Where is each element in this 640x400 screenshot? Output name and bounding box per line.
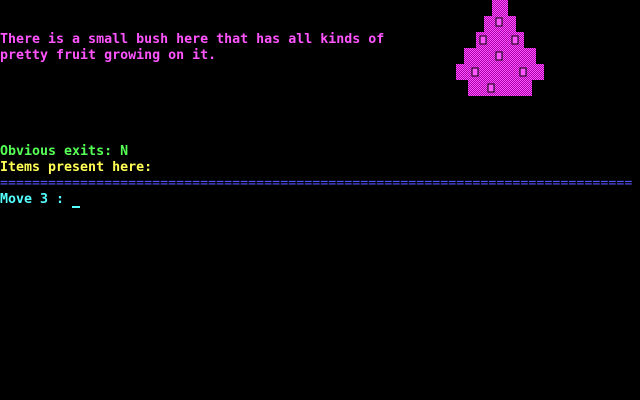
command-prompt[interactable]: Move 3 :	[0, 192, 81, 208]
fruit-bush-graphic	[456, 0, 544, 96]
prompt-label: Move 3 :	[0, 192, 65, 207]
room-description-line-1: There is a small bush here that has all …	[0, 32, 385, 47]
divider-line: ========================================…	[0, 176, 632, 191]
items-present-label: Items present here:	[0, 160, 153, 175]
game-screen: There is a small bush here that has all …	[0, 0, 640, 400]
room-description-line-2: pretty fruit growing on it.	[0, 48, 217, 63]
obvious-exits: Obvious exits: N	[0, 144, 129, 159]
text-cursor	[72, 206, 81, 208]
